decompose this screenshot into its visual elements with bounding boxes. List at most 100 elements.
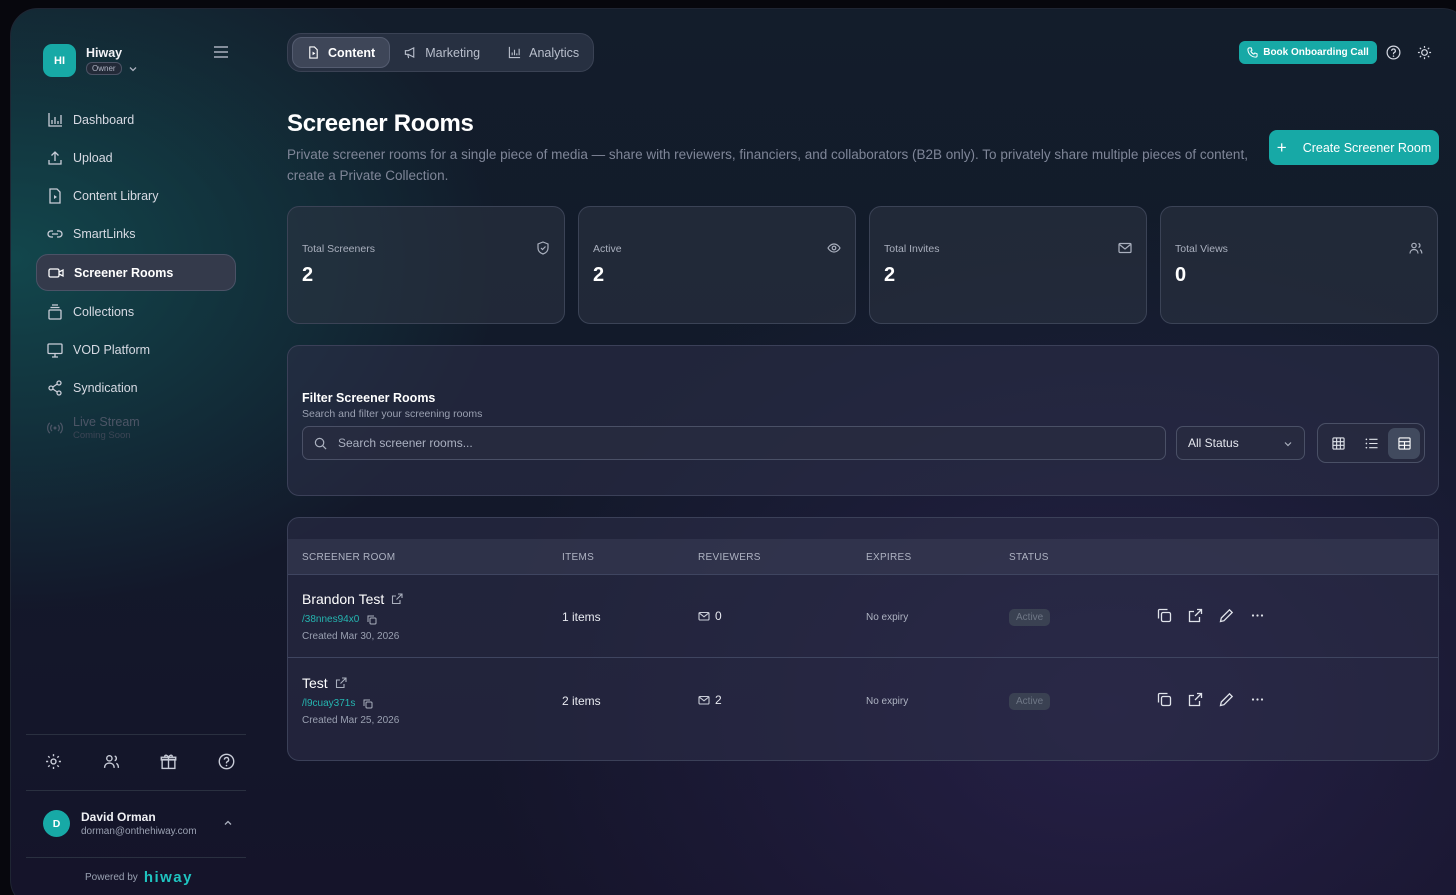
gift-icon[interactable] — [160, 753, 177, 770]
room-expiry: No expiry — [866, 612, 909, 623]
user-name: David Orman — [81, 810, 156, 824]
avatar: D — [43, 810, 70, 837]
filter-subtitle: Search and filter your screening rooms — [302, 408, 483, 420]
help-icon[interactable] — [1386, 45, 1401, 60]
broadcast-icon — [47, 422, 63, 434]
status-filter-value: All Status — [1188, 436, 1239, 450]
sidebar-item-collections[interactable]: Collections — [36, 294, 236, 330]
room-created-date: Created Mar 30, 2026 — [302, 631, 400, 642]
link-icon — [47, 230, 63, 238]
sidebar-nav: Dashboard Upload Content Library SmartLi… — [36, 102, 236, 450]
room-reviewers: 0 — [698, 609, 722, 623]
room-slug: /l9cuay371s — [302, 698, 373, 709]
user-menu[interactable]: D David Orman dorman@onthehiway.com — [43, 810, 233, 837]
sidebar-item-label: Dashboard — [73, 113, 135, 127]
megaphone-icon — [405, 46, 415, 59]
workspace-switcher[interactable]: HI Hiway Owner — [43, 44, 138, 77]
screener-rooms-table: SCREENER ROOM ITEMS REVIEWERS EXPIRES ST… — [287, 517, 1439, 761]
tab-content[interactable]: Content — [292, 37, 391, 68]
table-row[interactable]: Test /l9cuay371s Created Mar 25, 2026 2 … — [288, 659, 1438, 742]
sidebar-item-label: Syndication — [73, 381, 138, 395]
create-screener-room-button[interactable]: + Create Screener Room — [1269, 130, 1439, 165]
page-description: Private screener rooms for a single piec… — [287, 147, 1248, 183]
external-link-icon[interactable] — [1188, 692, 1203, 707]
mail-icon — [698, 695, 710, 705]
file-video-icon — [49, 188, 61, 204]
stat-value: 2 — [593, 264, 605, 286]
more-icon[interactable] — [1250, 692, 1265, 707]
page-title: Screener Rooms — [287, 110, 474, 137]
mail-icon — [698, 611, 710, 621]
tab-label: Analytics — [529, 45, 580, 60]
edit-icon[interactable] — [1219, 608, 1234, 623]
help-icon[interactable] — [218, 753, 235, 770]
reviewers-count: 2 — [715, 693, 722, 707]
users-icon — [1409, 242, 1423, 254]
tab-analytics[interactable]: Analytics — [494, 37, 593, 68]
room-items-count: 2 items — [562, 694, 601, 708]
status-filter-select[interactable]: All Status — [1176, 426, 1305, 460]
edit-icon[interactable] — [1219, 692, 1234, 707]
room-created-date: Created Mar 25, 2026 — [302, 715, 400, 726]
sidebar-item-screener-rooms[interactable]: Screener Rooms — [36, 254, 236, 291]
copy-icon[interactable] — [363, 699, 373, 709]
menu-icon[interactable] — [213, 45, 229, 59]
room-expiry: No expiry — [866, 696, 909, 707]
sidebar-item-dashboard[interactable]: Dashboard — [36, 102, 236, 138]
stat-card-total-invites: Total Invites 2 — [869, 206, 1147, 324]
stat-label: Total Invites — [884, 243, 940, 255]
sidebar-item-upload[interactable]: Upload — [36, 140, 236, 176]
app-window: HI Hiway Owner Dashboard Upload Content … — [10, 8, 1456, 895]
room-slug-text: /38nnes94x0 — [302, 614, 360, 625]
workspace-name: Hiway — [86, 46, 123, 60]
room-name[interactable]: Test — [302, 675, 347, 691]
copy-icon[interactable] — [1157, 692, 1172, 707]
status-badge: Active — [1009, 693, 1051, 710]
upload-icon — [48, 151, 62, 165]
sidebar-item-content-library[interactable]: Content Library — [36, 178, 236, 214]
copy-icon[interactable] — [367, 615, 377, 625]
grid-view-button[interactable] — [1322, 428, 1354, 459]
sun-icon[interactable] — [1417, 45, 1432, 60]
stat-value: 0 — [1175, 264, 1187, 286]
book-onboarding-button[interactable]: Book Onboarding Call — [1239, 41, 1377, 64]
search-input[interactable] — [338, 436, 1118, 450]
top-tabs: Content Marketing Analytics — [287, 33, 594, 72]
tab-marketing[interactable]: Marketing — [390, 37, 494, 68]
table-view-button[interactable] — [1388, 427, 1420, 459]
sidebar-item-syndication[interactable]: Syndication — [36, 370, 236, 406]
grid-icon — [1331, 436, 1345, 450]
room-items-count: 1 items — [562, 610, 601, 624]
external-link-icon[interactable] — [335, 677, 347, 689]
powered-by-label: Powered by — [85, 872, 138, 883]
stat-label: Active — [593, 243, 622, 255]
onboarding-label: Book Onboarding Call — [1263, 47, 1369, 58]
room-reviewers: 2 — [698, 693, 722, 707]
shield-icon — [537, 241, 549, 255]
sidebar-item-label: Content Library — [73, 189, 159, 203]
users-icon[interactable] — [103, 753, 120, 770]
settings-icon[interactable] — [45, 753, 62, 770]
table-row[interactable]: Brandon Test /38nnes94x0 Created Mar 30,… — [288, 575, 1438, 658]
status-badge: Active — [1009, 609, 1051, 626]
row-actions — [1157, 608, 1281, 623]
sidebar-item-vod-platform[interactable]: VOD Platform — [36, 332, 236, 368]
sidebar-item-smartlinks[interactable]: SmartLinks — [36, 216, 236, 252]
more-icon[interactable] — [1250, 608, 1265, 623]
copy-icon[interactable] — [1157, 608, 1172, 623]
tab-label: Marketing — [425, 45, 481, 60]
chevron-down-icon[interactable] — [128, 64, 138, 74]
reviewers-count: 0 — [715, 609, 722, 623]
external-link-icon[interactable] — [1188, 608, 1203, 623]
room-name[interactable]: Brandon Test — [302, 591, 403, 607]
external-link-icon[interactable] — [391, 593, 403, 605]
view-mode-toggle — [1317, 423, 1425, 463]
chevron-down-icon — [1284, 442, 1292, 447]
sidebar-divider — [26, 734, 246, 735]
chevron-up-icon[interactable] — [223, 818, 233, 828]
column-header: REVIEWERS — [698, 552, 761, 563]
list-view-button[interactable] — [1355, 428, 1387, 459]
create-button-label: Create Screener Room — [1302, 140, 1432, 155]
bar-chart-icon — [508, 46, 521, 59]
share-icon — [48, 380, 62, 396]
